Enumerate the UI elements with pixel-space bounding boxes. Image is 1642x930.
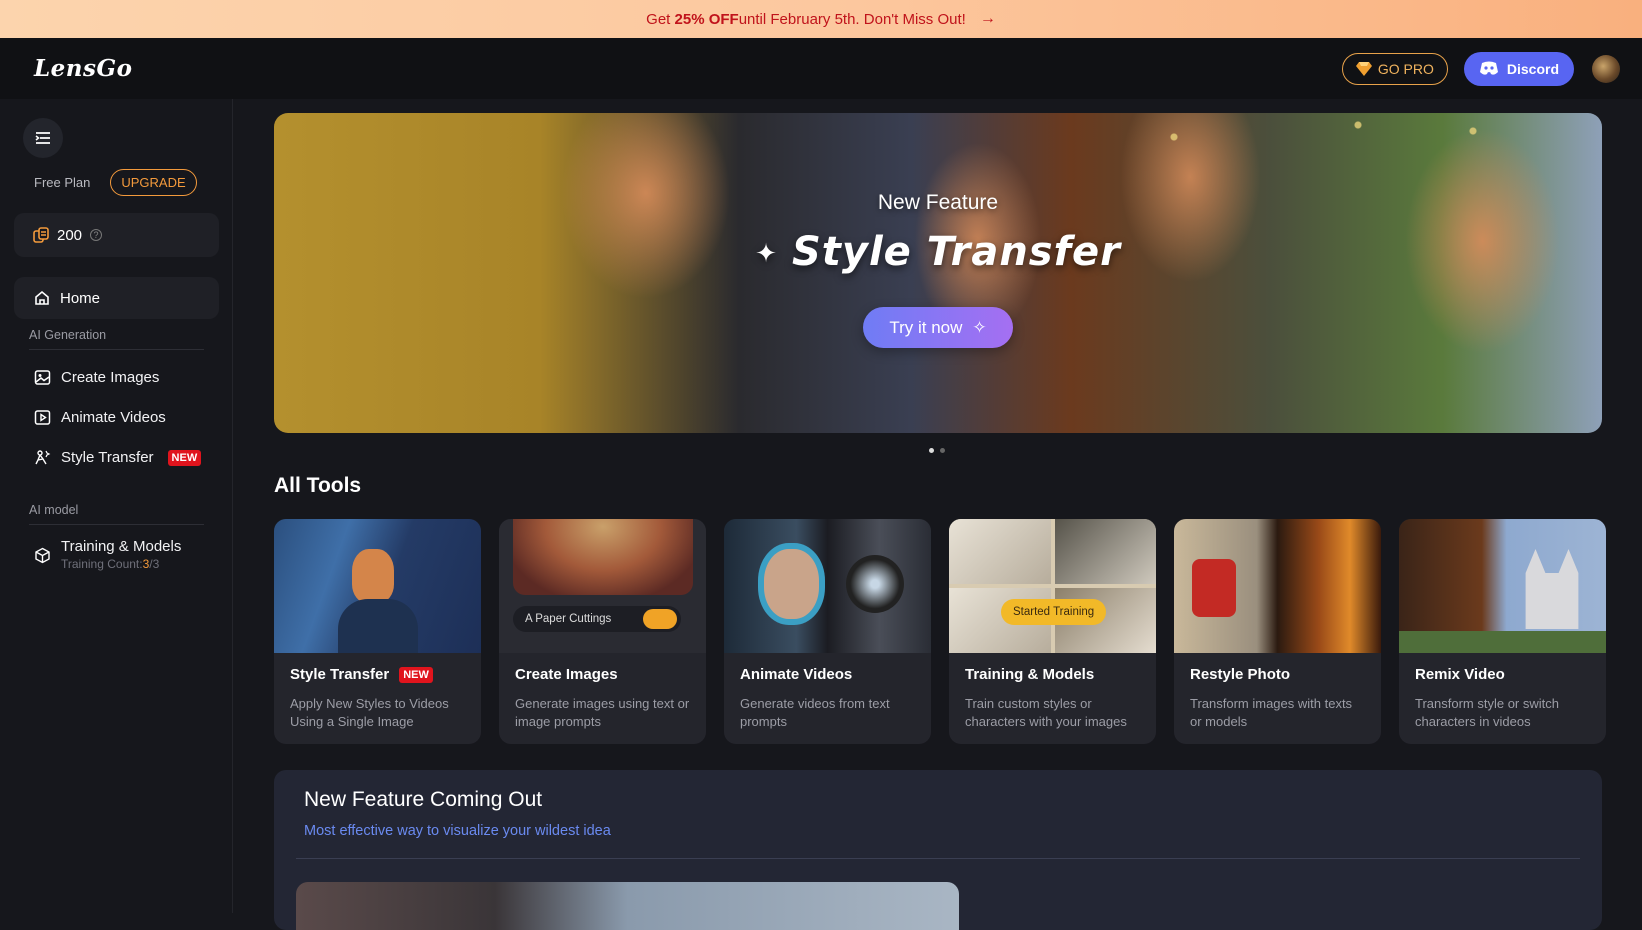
tool-description: Transform style or switch characters in …: [1415, 696, 1559, 729]
new-badge: NEW: [167, 449, 202, 466]
tool-card-create-images[interactable]: A Paper Cuttings Create Images Generate …: [499, 519, 706, 744]
go-pro-button[interactable]: GO PRO: [1341, 52, 1448, 85]
arrow-right-icon: →: [979, 10, 996, 27]
artwork-image: [513, 519, 693, 595]
started-training-tag: Started Training: [1001, 599, 1107, 625]
feature-preview-image[interactable]: [296, 882, 959, 930]
plan-label: Free Plan: [34, 175, 91, 190]
hero-eyebrow: New Feature: [877, 191, 999, 214]
tool-description: Transform images with texts or models: [1190, 696, 1353, 729]
training-count-total: /3: [149, 557, 160, 571]
diamond-icon: [1355, 61, 1372, 76]
section-label-model: AI model: [29, 503, 79, 517]
feature-subtitle: Most effective way to visualize your wil…: [304, 823, 611, 839]
prompt-pill: A Paper Cuttings: [513, 606, 681, 632]
credits-count: 200: [57, 226, 83, 244]
stars-decoration: [1082, 113, 1542, 233]
sidebar-item-animate-videos[interactable]: Animate Videos: [34, 409, 166, 426]
hero-banner[interactable]: New Feature ✦ Style Transfer Try it now ✧: [274, 113, 1602, 433]
discord-button[interactable]: Discord: [1463, 51, 1574, 86]
cube-icon: [35, 547, 50, 564]
discord-label: Discord: [1506, 60, 1559, 77]
sidebar-item-create-images[interactable]: Create Images: [34, 369, 159, 386]
sidebar-item-style-transfer[interactable]: Style Transfer NEW: [34, 449, 202, 466]
divider: [296, 858, 1580, 859]
help-icon[interactable]: ?: [90, 229, 103, 241]
plan-row: Free Plan UPGRADE: [34, 169, 197, 196]
divider: [29, 349, 204, 350]
tool-title: Training & Models: [965, 666, 1095, 683]
promo-suffix: until February 5th. Don't Miss Out!: [738, 10, 966, 28]
tool-card-restyle-photo[interactable]: Restyle Photo Transform images with text…: [1174, 519, 1381, 744]
image-icon: [34, 370, 51, 385]
hero-title-text: Style Transfer: [791, 229, 1121, 275]
sidebar-item-label: Animate Videos: [61, 409, 166, 426]
upgrade-button[interactable]: UPGRADE: [110, 169, 197, 196]
menu-icon: [35, 132, 50, 144]
logo[interactable]: LensGo: [34, 55, 132, 82]
carousel-dot[interactable]: [940, 448, 945, 453]
sidebar-item-label: Home: [60, 289, 101, 307]
new-feature-section: New Feature Coming Out Most effective wa…: [274, 770, 1602, 930]
tool-title: Animate Videos: [740, 666, 853, 683]
tools-grid: Style Transfer NEW Apply New Styles to Vi…: [274, 519, 1606, 744]
hero-title: ✦ Style Transfer: [274, 229, 1602, 275]
sidebar-item-label: Style Transfer: [61, 449, 154, 466]
tool-thumbnail: [1399, 519, 1606, 653]
go-pro-label: GO PRO: [1377, 60, 1434, 77]
tool-title: Style Transfer: [290, 666, 390, 683]
sidebar-item-label: Create Images: [61, 369, 160, 386]
training-count: Training Count:3/3: [61, 557, 181, 571]
statue-image: [949, 519, 1051, 584]
tool-title: Create Images: [515, 666, 618, 683]
home-icon: [35, 290, 49, 305]
tool-description: Generate videos from text prompts: [740, 696, 890, 729]
tool-thumbnail: [1174, 519, 1381, 653]
tool-description: Apply New Styles to Videos Using a Singl…: [290, 696, 449, 729]
carousel-dots: [929, 448, 945, 453]
try-it-now-button[interactable]: Try it now ✧: [863, 307, 1013, 348]
video-icon: [34, 410, 51, 425]
credits-box[interactable]: 200 ?: [14, 213, 219, 257]
training-count-prefix: Training Count:: [61, 557, 143, 571]
tool-card-remix-video[interactable]: Remix Video Transform style or switch ch…: [1399, 519, 1606, 744]
carousel-dot[interactable]: [929, 448, 934, 453]
collapse-menu-button[interactable]: [23, 118, 63, 158]
sidebar: Free Plan UPGRADE 200 ? Home AI Generati…: [0, 99, 233, 913]
promo-prefix: Get: [646, 10, 671, 28]
tool-title: Restyle Photo: [1190, 666, 1291, 683]
tool-card-animate-videos[interactable]: Animate Videos Generate videos from text…: [724, 519, 931, 744]
section-label-generation: AI Generation: [29, 328, 107, 342]
tool-card-training-models[interactable]: Started Training Training & Models Train…: [949, 519, 1156, 744]
tool-description: Generate images using text or image prom…: [515, 696, 690, 729]
sidebar-item-home[interactable]: Home: [14, 277, 219, 319]
tool-card-style-transfer[interactable]: Style Transfer NEW Apply New Styles to Vi…: [274, 519, 481, 744]
new-badge: NEW: [399, 666, 433, 683]
top-bar: LensGo GO PRO Discord: [0, 38, 1642, 99]
tool-thumbnail: A Paper Cuttings: [499, 519, 706, 653]
tool-title: Remix Video: [1415, 666, 1505, 683]
feature-title: New Feature Coming Out: [304, 788, 543, 811]
discord-icon: [1479, 61, 1498, 75]
try-it-now-label: Try it now: [889, 317, 963, 337]
sparkle-icon: ✧: [972, 317, 987, 337]
promo-banner[interactable]: Get 25% OFF until February 5th. Don't Mi…: [0, 0, 1642, 38]
coins-icon: [33, 227, 49, 243]
all-tools-title: All Tools: [274, 474, 362, 497]
sidebar-item-label: Training & Models: [61, 538, 182, 555]
tool-thumbnail: [274, 519, 481, 653]
tool-thumbnail: Started Training: [949, 519, 1156, 653]
divider: [29, 524, 204, 525]
sidebar-item-training[interactable]: Training & Models Training Count:3/3: [34, 538, 181, 571]
statue-image: [1054, 519, 1156, 584]
avatar[interactable]: [1592, 54, 1620, 83]
promo-highlight: 25% OFF: [674, 10, 739, 28]
prompt-pill-text: A Paper Cuttings: [525, 613, 612, 625]
magic-wand-icon: ✦: [755, 239, 778, 269]
tool-thumbnail: [724, 519, 931, 653]
send-icon: [643, 609, 677, 629]
tool-description: Train custom styles or characters with y…: [965, 696, 1127, 729]
style-transfer-icon: [35, 450, 51, 465]
